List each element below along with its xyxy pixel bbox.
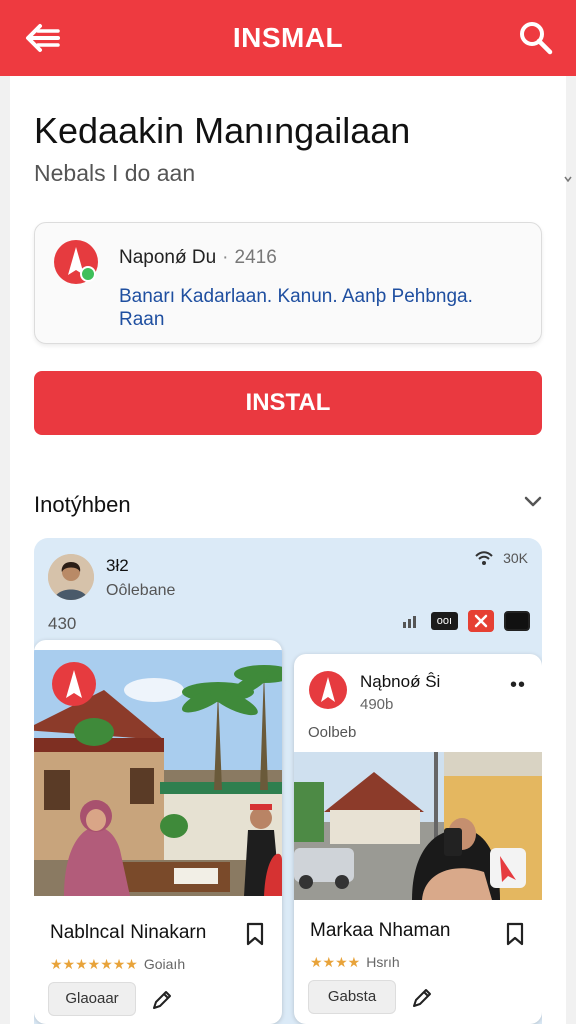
profile-subtitle: Oôlebane [106, 582, 176, 599]
edit-pencil-icon[interactable] [410, 986, 434, 1010]
top-app-bar: INSMAL [0, 0, 576, 76]
card-title: NablncaI Ninakarn [50, 922, 207, 943]
app-name: Naponǿ Du [119, 247, 217, 268]
village-photo [34, 650, 282, 896]
app-info-card[interactable]: Naponǿ Du · 2416 Banarı Kadarlaan. Kanun. … [34, 222, 542, 344]
battery-icon [504, 611, 530, 631]
app-description: Banarı Kadarlaan. Kanun. Aanþ Pehbnga. R… [119, 286, 473, 330]
card-app-name: Nąbnoǿ Ŝi [360, 672, 441, 691]
profile-name: 3ł2 [106, 556, 129, 575]
card-app-version: 490b [360, 696, 394, 713]
rating-stars: ★★★★★★★ Goiaıh [50, 956, 185, 973]
edit-pencil-icon[interactable] [150, 988, 174, 1012]
chevron-down-icon[interactable] [522, 494, 544, 510]
star-glyphs: ★★★★ [310, 954, 361, 970]
section-title: Inotýhben [34, 492, 131, 517]
rating-label: Hsrıh [366, 954, 400, 970]
more-options-icon[interactable]: •• [510, 674, 526, 697]
meta-separator: · [222, 247, 229, 268]
status-icons: ooı [402, 610, 530, 632]
gallery-card[interactable]: Nąbnoǿ Ŝi 490b •• Oolbeb Markaa Nhaman ★… [294, 654, 542, 1024]
install-button[interactable]: INSTAL [34, 371, 542, 435]
avatar [48, 554, 94, 600]
bookmark-icon[interactable] [244, 922, 266, 946]
bookmark-icon[interactable] [504, 922, 526, 946]
rating-label: Goiaıh [143, 956, 186, 972]
page-subtitle: Nebals I do aan [34, 160, 196, 186]
page-content: Kedaakin Manıngailaan Nebals I do aan Na… [10, 76, 566, 1024]
wifi-icon [475, 551, 493, 565]
rating-stars: ★★★★ Hsrıh [310, 954, 400, 971]
star-glyphs: ★★★★★★★ [50, 956, 138, 972]
status-time: 30K [503, 550, 528, 566]
tag-button[interactable]: Gabsta [308, 980, 396, 1014]
app-bar-title: INSMAL [232, 22, 344, 53]
card-title: Markaa Nhaman [310, 920, 451, 941]
app-meta: Naponǿ Du · 2416 [119, 247, 277, 269]
app-logo-icon [309, 671, 347, 709]
street-photo [294, 752, 542, 900]
search-icon[interactable] [518, 20, 554, 56]
app-logo-icon [54, 240, 98, 284]
screenshot-gallery[interactable]: 3ł2 Oôlebane 30K 430 ooı NablncaI Ninaka… [34, 538, 542, 1024]
card-subtitle: Oolbeb [308, 724, 357, 741]
app-version: 2416 [234, 247, 277, 268]
gallery-count: 430 [48, 614, 77, 633]
signal-bars-icon [402, 616, 416, 628]
close-badge-icon[interactable] [468, 610, 494, 632]
page-title: Kedaakin Manıngailaan [34, 110, 411, 151]
tag-button[interactable]: Glaoaar [48, 982, 136, 1016]
scroll-indicator-icon[interactable] [564, 176, 572, 182]
gallery-card[interactable]: NablncaI Ninakarn ★★★★★★★ Goiaıh Glaoaar [34, 640, 282, 1024]
status-pill: ooı [430, 612, 458, 630]
